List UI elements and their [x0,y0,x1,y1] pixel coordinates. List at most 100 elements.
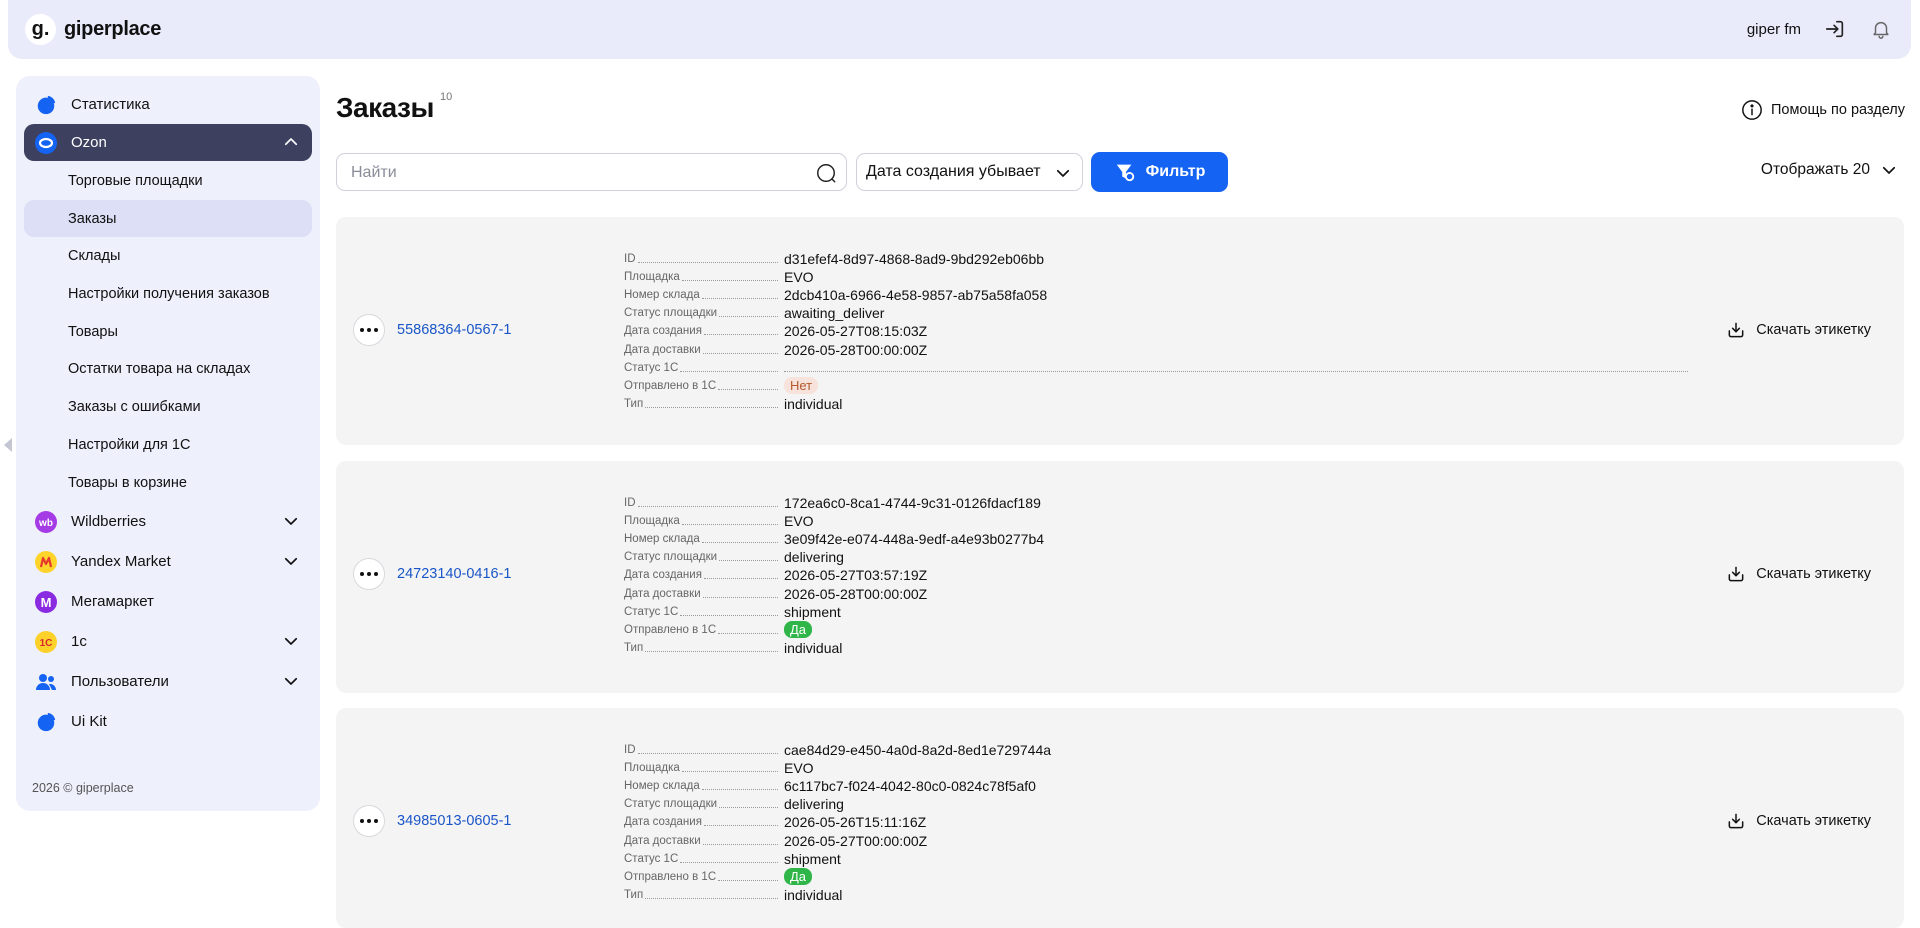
detail-label: Дата доставки [624,587,784,600]
detail-row-warehouse: Номер склада 6c117bc7-f024-4042-80c0-0824… [624,777,1688,795]
download-label-button[interactable]: Скачать этикетку [1726,564,1871,584]
logo[interactable]: g. giperplace [25,14,161,45]
detail-label: Отправлено в 1С [624,870,784,883]
sidebar-item-label: Статистика [71,96,150,113]
detail-label-text: ID [624,497,638,510]
sidebar-item-yandex-market[interactable]: Yandex Market [24,543,312,580]
leader-dots [719,316,778,318]
leader-dots [637,753,778,755]
per-page-select[interactable]: Отображать 20 [1761,161,1898,179]
detail-value: individual [784,395,843,412]
detail-label: Дата создания [624,816,784,829]
download-icon [1728,566,1744,582]
detail-label: Номер склада [624,289,784,302]
dot-icon [367,328,371,332]
logout-icon[interactable] [1823,17,1847,41]
detail-row-platform: Площадка EVO [624,759,1688,777]
chevron-down-icon[interactable] [282,552,300,570]
sidebar-item-wildberries[interactable]: wb Wildberries [24,503,312,540]
order-card: 34985013-0605-1 ID cae84d29-e450-4a0d-8a2d… [336,708,1904,928]
detail-label-text: Номер склада [624,780,702,793]
detail-label-text: Отправлено в 1С [624,870,719,883]
sidebar-subitem-1c-settings[interactable]: Настройки для 1С [24,426,312,463]
sidebar-item-megamarket[interactable]: M Мегамаркет [24,583,312,620]
filter-button[interactable]: Фильтр [1091,152,1228,192]
sidebar-item-ozon[interactable]: Ozon [24,124,312,161]
sidebar-subitem-label: Остатки товара на складах [68,360,251,377]
sidebar-subitem-cart-products[interactable]: Товары в корзине [24,464,312,501]
detail-value: shipment [784,603,841,620]
sidebar-item-statistics[interactable]: Статистика [24,86,312,123]
sidebar-subitem-products[interactable]: Товары [24,313,312,350]
sidebar-subitem-orders[interactable]: Заказы [24,200,312,237]
download-label-button[interactable]: Скачать этикетку [1726,811,1871,831]
chevron-down-icon[interactable] [282,672,300,690]
detail-label-text: Отправлено в 1С [624,623,719,636]
user-name[interactable]: giper fm [1747,21,1801,38]
detail-label-text: ID [624,744,638,757]
chevron-up-icon[interactable] [282,133,300,151]
leader-dots [718,879,778,881]
detail-value: Да [784,868,813,886]
leader-dots [637,506,778,508]
1c-icon: 1С [33,629,58,654]
detail-value: shipment [784,850,841,867]
more-actions-button[interactable] [353,805,385,837]
order-number-link[interactable]: 34985013-0605-1 [397,813,512,829]
detail-row-sent-1c: Отправлено в 1С Да [624,621,1688,639]
chevron-down-icon[interactable] [282,512,300,530]
leader-dots [637,262,778,264]
sidebar-subitem-label: Товары [68,323,118,340]
detail-label-text: Дата создания [624,569,704,582]
wildberries-icon-text: wb [38,518,53,529]
sidebar-item-label: Мегамаркет [71,593,154,610]
order-number-link[interactable]: 24723140-0416-1 [397,566,512,582]
detail-row-status-1c: Статус 1С shipment [624,850,1688,868]
search-icon[interactable] [815,162,837,184]
detail-value: 3e09f42e-e074-448a-9edf-a4e93b0277b4 [784,531,1045,548]
sidebar-item-label: Пользователи [71,673,169,690]
detail-label: Тип [624,397,784,410]
sidebar-collapse-handle[interactable] [4,438,12,452]
sent-1c-badge: Нет [784,377,819,395]
search-input[interactable] [349,163,793,183]
sidebar-subitem-error-orders[interactable]: Заказы с ошибками [24,388,312,425]
detail-value: awaiting_deliver [784,305,885,322]
bell-icon[interactable] [1869,17,1893,41]
detail-value [784,370,1688,372]
sidebar-subitem-warehouses[interactable]: Склады [24,237,312,274]
detail-label: Дата создания [624,325,784,338]
help-link[interactable]: Помощь по разделу [1741,99,1905,121]
detail-value: Нет [784,377,819,395]
order-number-link[interactable]: 55868364-0567-1 [397,322,512,338]
sidebar-item-users[interactable]: Пользователи [24,663,312,700]
detail-label-text: Статус 1С [624,605,681,618]
detail-label-text: Тип [624,888,646,901]
sidebar-subitem-stock[interactable]: Остатки товара на складах [24,350,312,387]
detail-label-text: Дата доставки [624,343,703,356]
sidebar-subitem-marketplaces[interactable]: Торговые площадки [24,162,312,199]
sidebar-subitem-label: Товары в корзине [68,474,187,491]
search-box[interactable] [336,153,847,191]
more-actions-button[interactable] [353,558,385,590]
sidebar-item-label: Ozon [71,134,107,151]
detail-value: 172ea6c0-8ca1-4744-9c31-0126fdacf189 [784,495,1041,512]
sort-select[interactable]: Дата создания убывает [856,153,1083,191]
leader-dots [681,771,778,773]
sidebar-subitem-order-settings[interactable]: Настройки получения заказов [24,275,312,312]
app-name: giperplace [64,18,162,40]
detail-row-platform: Площадка EVO [624,268,1688,286]
sidebar-item-uikit[interactable]: Ui Kit [24,703,312,740]
sidebar-item-1c[interactable]: 1С 1с [24,623,312,660]
download-label-button[interactable]: Скачать этикетку [1726,320,1871,340]
chevron-down-icon[interactable] [282,632,300,650]
detail-label-text: Статус 1С [624,852,681,865]
detail-row-platform-status: Статус площадки delivering [624,795,1688,813]
dot-icon [367,819,371,823]
more-actions-button[interactable] [353,314,385,346]
filter-icon [1116,164,1134,182]
order-details: ID d31efef4-8d97-4868-8ad9-9bd292eb06bb Пл… [624,250,1688,413]
leader-dots [703,578,778,580]
detail-value: EVO [784,760,814,777]
leader-dots [680,861,778,863]
